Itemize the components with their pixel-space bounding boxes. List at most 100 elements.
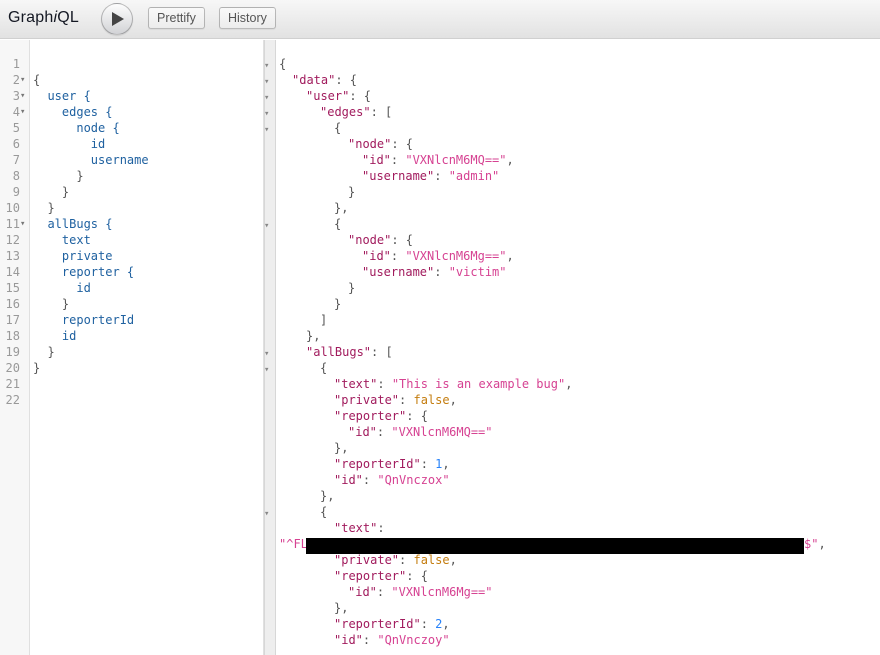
fold-arrow-icon[interactable]: ▾ [264, 58, 269, 74]
result-line: "id": "VXNlcnM6Mg==", [362, 249, 514, 263]
line-number: 15 [5, 281, 20, 295]
line-number: 2 [12, 73, 20, 87]
fold-arrow-icon[interactable]: ▾ [20, 88, 25, 104]
fold-arrow-icon[interactable]: ▾ [20, 72, 25, 88]
fold-arrow-icon[interactable]: ▾ [20, 104, 25, 120]
line-number: 20 [5, 361, 20, 375]
query-line[interactable]: 1 [0, 56, 260, 72]
line-number: 3 [12, 89, 20, 103]
result-line: "reporterId": 1, [334, 457, 450, 471]
query-text: allBugs { [33, 217, 113, 231]
toolbar: GraphiQL Prettify History [0, 0, 880, 39]
fold-arrow-icon[interactable]: ▾ [264, 346, 269, 362]
query-line[interactable]: 4 ▾ edges { [0, 104, 260, 120]
line-number: 4 [12, 105, 20, 119]
query-text: id [33, 137, 106, 151]
fold-arrow-icon[interactable]: ▾ [264, 106, 269, 122]
query-line[interactable]: 7 username [0, 152, 260, 168]
query-line[interactable]: 6 id [0, 136, 260, 152]
query-editor[interactable]: 1 2 ▾{3 ▾ user {4 ▾ edges {5 node {6 id 7 use… [0, 40, 264, 655]
query-line[interactable]: 15 id [0, 280, 260, 296]
query-line[interactable]: 10 } [0, 200, 260, 216]
result-line: }, [334, 441, 349, 455]
result-line: "username": "victim" [362, 265, 507, 279]
result-line: "private": false, [334, 553, 457, 567]
query-line[interactable]: 2 ▾ { [0, 72, 260, 88]
fold-arrow-icon[interactable]: ▾ [20, 216, 25, 232]
line-number: 13 [5, 249, 20, 263]
result-line: }, [306, 329, 321, 343]
fold-arrow-icon[interactable]: ▾ [264, 90, 269, 106]
query-text: user { [33, 89, 91, 103]
query-text: } [33, 297, 70, 311]
result-line: "id": "VXNlcnM6Mg==" [348, 585, 493, 599]
line-number: 12 [5, 233, 20, 247]
query-line[interactable]: 8 } [0, 168, 260, 184]
result-line: $", [804, 537, 826, 551]
result-line: { [334, 121, 342, 135]
fold-arrow-icon[interactable]: ▾ [264, 506, 269, 522]
query-line[interactable]: 20} [0, 360, 260, 376]
result-line: } [334, 297, 342, 311]
result-line: "reporterId": 2, [334, 617, 450, 631]
result-line: { [334, 217, 342, 231]
query-text: } [33, 169, 84, 183]
query-text: id [33, 281, 91, 295]
result-line: } [348, 185, 356, 199]
line-number: 7 [12, 153, 20, 167]
result-line: "username": "admin" [362, 169, 500, 183]
result-viewer: { "data": { "user": { "edges": [ { "node… [264, 40, 880, 655]
query-text: reporter { [33, 265, 135, 279]
line-number: 16 [5, 297, 20, 311]
query-line[interactable]: 21 [0, 376, 260, 392]
result-line: "id": "VXNlcnM6MQ==" [348, 425, 493, 439]
query-text: } [33, 345, 55, 359]
fold-arrow-icon[interactable]: ▾ [264, 362, 269, 378]
result-line: "allBugs": [ [306, 345, 393, 359]
query-line[interactable]: 3 ▾ user { [0, 88, 260, 104]
query-line[interactable]: 18 id [0, 328, 260, 344]
line-number: 22 [5, 393, 20, 407]
line-number: 19 [5, 345, 20, 359]
history-button[interactable]: History [219, 7, 276, 29]
prettify-button[interactable]: Prettify [148, 7, 205, 29]
redaction-bar [306, 538, 804, 554]
query-line[interactable]: 13 private [0, 248, 260, 264]
query-line[interactable]: 9 } [0, 184, 260, 200]
query-text: edges { [33, 105, 113, 119]
result-line: }, [334, 201, 349, 215]
line-number: 6 [12, 137, 20, 151]
fold-arrow-icon[interactable]: ▾ [264, 218, 269, 234]
execute-query-button[interactable] [101, 3, 133, 35]
result-line: "^FL [279, 537, 308, 551]
query-text: username [33, 153, 149, 167]
query-line[interactable]: 16 } [0, 296, 260, 312]
query-line[interactable]: 11 ▾ allBugs { [0, 216, 260, 232]
query-line[interactable]: 22 [0, 392, 260, 408]
result-line: "node": { [348, 233, 414, 247]
result-line: "text": "This is an example bug", [334, 377, 573, 391]
result-line: "id": "QnVnczox" [334, 473, 450, 487]
query-line[interactable]: 5 node { [0, 120, 260, 136]
result-line: "id": "VXNlcnM6MQ==", [362, 153, 514, 167]
result-line: "private": false, [334, 393, 457, 407]
result-line: ] [320, 313, 328, 327]
result-line: }, [320, 489, 335, 503]
query-text: text [33, 233, 91, 247]
line-number: 11 [5, 217, 20, 231]
query-line[interactable]: 14 reporter { [0, 264, 260, 280]
query-text: reporterId [33, 313, 135, 327]
query-line[interactable]: 12 text [0, 232, 260, 248]
line-number: 21 [5, 377, 20, 391]
query-text: node { [33, 121, 120, 135]
result-line: }, [334, 601, 349, 615]
fold-arrow-icon[interactable]: ▾ [264, 122, 269, 138]
app-title: GraphiQL [8, 9, 79, 27]
query-line[interactable]: 19 } [0, 344, 260, 360]
query-text: id [33, 329, 77, 343]
query-line[interactable]: 17 reporterId [0, 312, 260, 328]
result-line: "id": "QnVnczoy" [334, 633, 450, 647]
fold-arrow-icon[interactable]: ▾ [264, 74, 269, 90]
result-line: "reporter": { [334, 569, 428, 583]
result-line: "node": { [348, 137, 414, 151]
